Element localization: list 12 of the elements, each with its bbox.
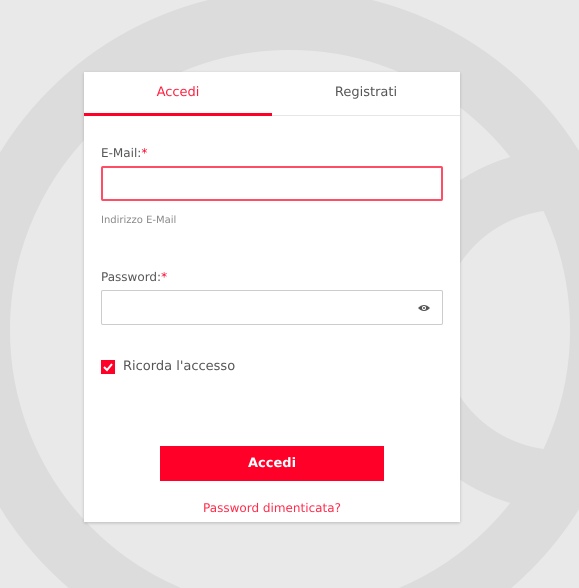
password-field[interactable] xyxy=(101,290,443,325)
field-label: E-Mail:* xyxy=(101,146,148,160)
field-hint: Indirizzo E-Mail xyxy=(101,215,176,226)
field-label: Password:* xyxy=(101,270,168,284)
remember-checkbox[interactable] xyxy=(101,360,115,374)
checkbox-label: Ricorda l'accesso xyxy=(123,359,236,374)
tab[interactable]: Registrati xyxy=(272,72,460,116)
tab[interactable]: Accedi xyxy=(84,72,272,116)
login-button[interactable]: Accedi xyxy=(160,446,384,481)
email-field[interactable] xyxy=(101,166,443,201)
forgot-password-link[interactable]: Password dimenticata? xyxy=(203,501,341,515)
eye-icon[interactable] xyxy=(418,304,430,312)
